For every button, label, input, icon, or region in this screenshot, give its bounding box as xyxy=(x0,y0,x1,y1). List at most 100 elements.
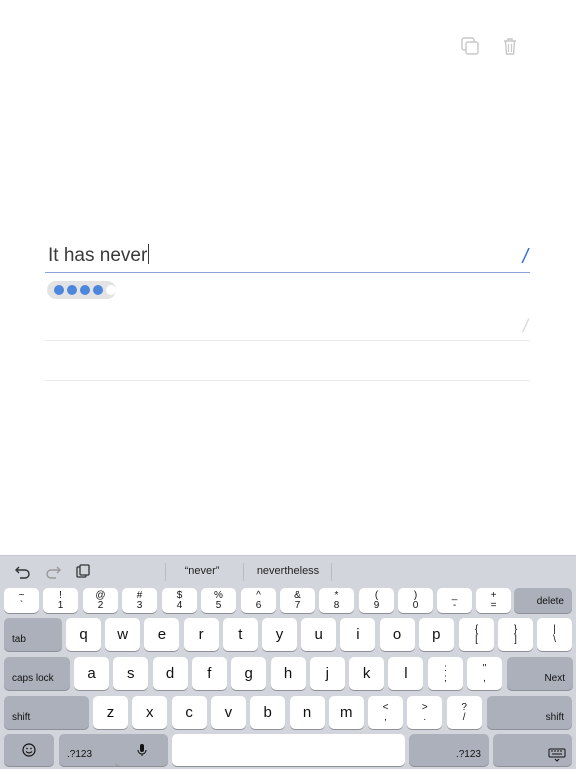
key-l[interactable]: l xyxy=(388,657,424,690)
key-e[interactable]: e xyxy=(144,618,180,651)
undo-icon[interactable] xyxy=(14,564,32,580)
key-w[interactable]: w xyxy=(105,618,141,651)
key-bracket-1[interactable]: }] xyxy=(498,618,533,651)
key-m[interactable]: m xyxy=(328,696,364,729)
key-h[interactable]: h xyxy=(270,657,306,690)
key-shift-char: * xyxy=(334,589,339,601)
key-base-char: 8 xyxy=(333,599,340,611)
next-key[interactable]: Next xyxy=(507,657,573,690)
key-symbol-1[interactable]: >. xyxy=(407,696,443,729)
key-num-3[interactable]: #3 xyxy=(122,588,157,613)
key-base-char: \ xyxy=(553,633,556,645)
key-k[interactable]: k xyxy=(349,657,385,690)
entry-row[interactable]: / xyxy=(45,310,530,341)
key-base-char: . xyxy=(423,711,427,723)
key-f[interactable]: f xyxy=(191,657,227,690)
key-num-10[interactable]: ) 0 xyxy=(398,588,433,613)
key-i[interactable]: i xyxy=(340,618,376,651)
key-c[interactable]: c xyxy=(171,696,207,729)
key-shift-char: { xyxy=(474,623,479,635)
copy-icon[interactable] xyxy=(460,36,480,56)
key-base-char: 4 xyxy=(176,599,183,611)
hide-keyboard-key[interactable] xyxy=(493,734,572,766)
row-marker: / xyxy=(522,246,528,268)
key-base-char: 6 xyxy=(255,599,262,611)
key-shift-char: ? xyxy=(461,701,467,713)
key-base-char: 7 xyxy=(294,599,301,611)
key-bracket-2[interactable]: | \ xyxy=(537,618,572,651)
key-r[interactable]: r xyxy=(183,618,219,651)
key-g[interactable]: g xyxy=(231,657,267,690)
key-base-char: 0 xyxy=(412,599,419,611)
key-shift-char: ~ xyxy=(18,589,25,601)
keyboard-hide-icon xyxy=(548,748,566,762)
key-num-11[interactable]: _ - xyxy=(437,588,472,613)
key-a[interactable]: a xyxy=(74,657,109,690)
suggestion-separator xyxy=(243,563,244,581)
key-shift-char: $ xyxy=(176,589,183,601)
row-marker: / xyxy=(522,316,528,336)
key-b[interactable]: b xyxy=(250,696,286,729)
dictation-key[interactable] xyxy=(115,734,168,766)
key-label: delete xyxy=(536,596,564,607)
redo-icon[interactable] xyxy=(44,564,62,580)
suggestion-2[interactable]: nevertheless xyxy=(248,565,328,577)
key-punct-0[interactable]: :; xyxy=(428,657,463,690)
key-base-char: ; xyxy=(444,672,447,684)
key-z[interactable]: z xyxy=(93,696,128,729)
key-num-4[interactable]: $4 xyxy=(162,588,197,613)
entry-row[interactable] xyxy=(45,350,530,381)
key-s[interactable]: s xyxy=(113,657,149,690)
caps-lock-key[interactable]: caps lock xyxy=(4,657,70,690)
key-y[interactable]: y xyxy=(262,618,297,651)
key-base-char: 3 xyxy=(136,599,143,611)
key-d[interactable]: d xyxy=(152,657,188,690)
key-bracket-0[interactable]: {[ xyxy=(459,618,494,651)
paste-icon[interactable] xyxy=(74,564,92,580)
space-key[interactable] xyxy=(172,734,405,766)
key-v[interactable]: v xyxy=(210,696,246,729)
shift-key-right[interactable]: shift xyxy=(487,696,572,729)
key-num-5[interactable]: % 5 xyxy=(201,588,236,613)
key-base-char: ` xyxy=(19,599,24,611)
trash-icon[interactable] xyxy=(500,36,520,56)
emoji-key[interactable] xyxy=(4,734,54,766)
delete-key[interactable]: delete xyxy=(514,588,572,613)
key-label: shift xyxy=(12,712,31,723)
key-num-12[interactable]: + = xyxy=(476,588,511,613)
key-x[interactable]: x xyxy=(132,696,168,729)
key-num-6[interactable]: ^ 6 xyxy=(241,588,276,613)
suggestion-1[interactable]: “never” xyxy=(170,565,234,577)
key-shift-char: } xyxy=(513,623,518,635)
key-punct-1[interactable]: ", xyxy=(467,657,502,690)
tab-key[interactable]: tab xyxy=(4,618,62,651)
key-j[interactable]: j xyxy=(309,657,345,690)
key-num-0[interactable]: ~ ` xyxy=(4,588,39,613)
progress-dot xyxy=(67,285,77,295)
key-symbol-0[interactable]: <, xyxy=(368,696,403,729)
key-shift-char: " xyxy=(482,662,487,674)
key-num-7[interactable]: & 7 xyxy=(280,588,315,613)
key-n[interactable]: n xyxy=(289,696,325,729)
key-shift-char: @ xyxy=(95,589,106,601)
key-num-8[interactable]: * 8 xyxy=(319,588,354,613)
entry-text[interactable]: It has never xyxy=(48,244,150,267)
keyboard-toolbar: “never” nevertheless xyxy=(0,556,576,588)
key-u[interactable]: u xyxy=(301,618,337,651)
active-entry-row[interactable]: It has never / xyxy=(45,242,530,273)
key-t[interactable]: t xyxy=(222,618,258,651)
key-shift-char: < xyxy=(382,701,389,713)
key-o[interactable]: o xyxy=(379,618,415,651)
shift-key-left[interactable]: shift xyxy=(4,696,89,729)
key-num-1[interactable]: ! 1 xyxy=(43,588,78,613)
key-num-9[interactable]: (9 xyxy=(359,588,394,613)
key-shift-char: ) xyxy=(413,589,418,601)
key-base-char: 9 xyxy=(373,599,380,611)
key-num-2[interactable]: @2 xyxy=(83,588,118,613)
numbers-key-right[interactable]: .?123 xyxy=(409,734,489,766)
key-p[interactable]: p xyxy=(418,618,454,651)
suggestion-separator xyxy=(331,563,332,581)
key-q[interactable]: q xyxy=(66,618,101,651)
key-symbol-2[interactable]: ? / xyxy=(446,696,482,729)
key-shift-char: # xyxy=(136,589,143,601)
